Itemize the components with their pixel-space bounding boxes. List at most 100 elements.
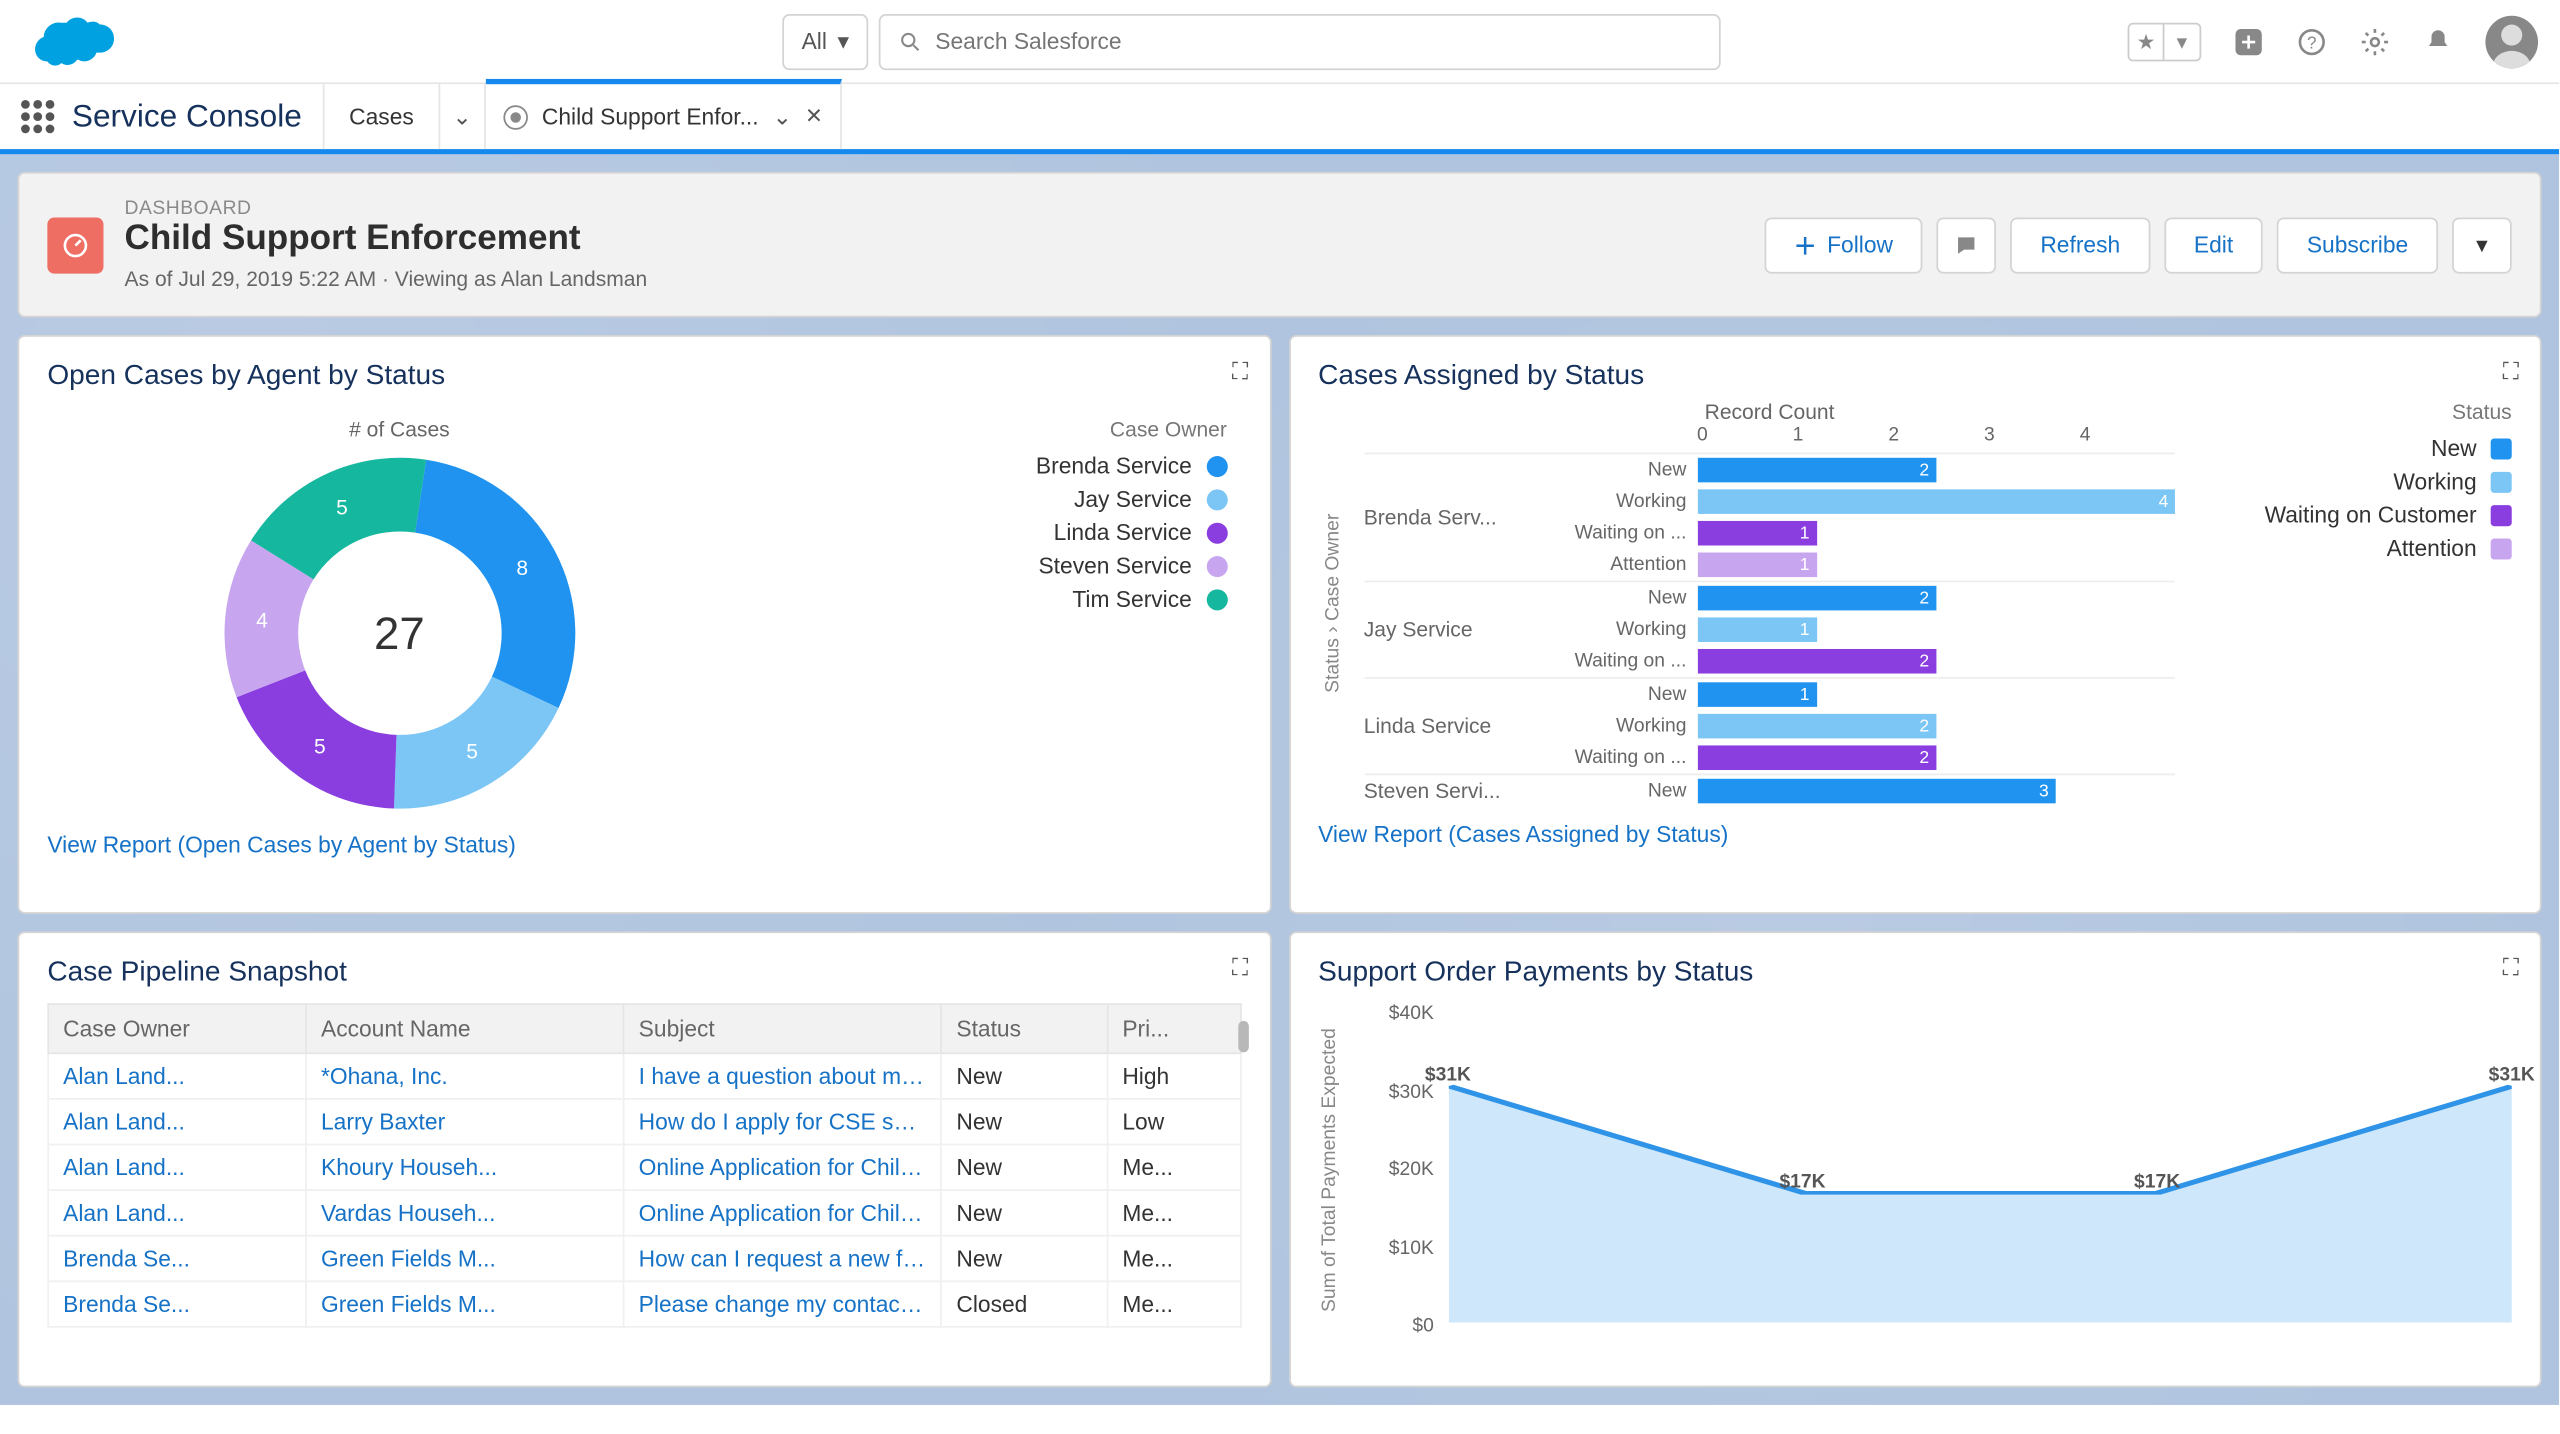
status-label: Waiting on ... xyxy=(1522,651,1697,672)
table-row[interactable]: Alan Land...Khoury Househ...Online Appli… xyxy=(48,1144,1240,1190)
feed-button[interactable] xyxy=(1937,217,1997,273)
table-row[interactable]: Alan Land...Vardas Househ...Online Appli… xyxy=(48,1190,1240,1236)
cell[interactable]: Green Fields M... xyxy=(306,1281,624,1327)
area-chart[interactable]: $40K$30K$20K$10K$0 $31K$17K$17K$31K xyxy=(1350,1003,2512,1336)
expand-icon[interactable]: ⛶ xyxy=(2503,954,2519,982)
column-header[interactable]: Pri... xyxy=(1107,1004,1240,1053)
table-row[interactable]: Brenda Se...Green Fields M...Please chan… xyxy=(48,1281,1240,1327)
add-icon[interactable] xyxy=(2233,25,2265,57)
bar: 2 xyxy=(1697,586,1936,611)
legend-item[interactable]: Jay Service xyxy=(772,486,1226,512)
expand-icon[interactable]: ⛶ xyxy=(2503,358,2519,386)
cell[interactable]: Alan Land... xyxy=(48,1190,306,1236)
cell[interactable]: Alan Land... xyxy=(48,1053,306,1099)
search-scope-dropdown[interactable]: All ▾ xyxy=(782,13,868,69)
cell[interactable]: Alan Land... xyxy=(48,1099,306,1145)
legend-item[interactable]: Attention xyxy=(2193,535,2512,561)
follow-button[interactable]: ＋Follow xyxy=(1764,217,1923,273)
table-row[interactable]: Alan Land...Larry BaxterHow do I apply f… xyxy=(48,1099,1240,1145)
hbar-ylabel: Status › Case Owner xyxy=(1318,400,1346,807)
help-icon[interactable]: ? xyxy=(2296,25,2328,57)
hbar-row[interactable]: Attention1 xyxy=(1522,549,2176,581)
expand-icon[interactable]: ⛶ xyxy=(1232,954,1248,982)
swatch-icon xyxy=(2491,471,2512,492)
hbar-row[interactable]: Working2 xyxy=(1522,710,2176,742)
column-header[interactable]: Subject xyxy=(624,1004,942,1053)
follow-label: Follow xyxy=(1827,232,1893,258)
card-title: Cases Assigned by Status xyxy=(1318,361,2512,393)
chevron-down-icon[interactable]: ⌄ xyxy=(438,84,484,149)
hbar-row[interactable]: Working1 xyxy=(1522,614,2176,646)
status-label: Waiting on ... xyxy=(1522,747,1697,768)
expand-icon[interactable]: ⛶ xyxy=(1232,358,1248,386)
edit-button[interactable]: Edit xyxy=(2164,217,2263,273)
app-launcher[interactable]: Service Console xyxy=(0,84,323,149)
subscribe-button[interactable]: Subscribe xyxy=(2277,217,2438,273)
cell[interactable]: How do I apply for CSE services? xyxy=(624,1099,942,1145)
view-report-link[interactable]: View Report (Cases Assigned by Status) xyxy=(1318,821,1728,847)
hbar-row[interactable]: Waiting on ...2 xyxy=(1522,645,2176,677)
gear-icon[interactable] xyxy=(2359,25,2391,57)
dashboard-header: DASHBOARD Child Support Enforcement As o… xyxy=(18,172,2542,318)
nav-object-cases[interactable]: Cases ⌄ xyxy=(323,84,486,149)
user-avatar[interactable] xyxy=(2485,15,2538,68)
donut-chart[interactable]: 85545 27 xyxy=(215,449,583,817)
legend-item[interactable]: Brenda Service xyxy=(772,453,1226,479)
chevron-down-icon[interactable]: ⌄ xyxy=(773,103,792,131)
hbar-row[interactable]: Waiting on ...2 xyxy=(1522,742,2176,774)
hbar-row[interactable]: New2 xyxy=(1522,582,2176,614)
cell[interactable]: Online Application for Child Support Ser… xyxy=(624,1190,942,1236)
scrollbar[interactable] xyxy=(1237,1021,1248,1053)
status-label: Working xyxy=(1522,716,1697,737)
cell[interactable]: Khoury Househ... xyxy=(306,1144,624,1190)
cell[interactable]: Green Fields M... xyxy=(306,1236,624,1282)
bar: 2 xyxy=(1697,649,1936,674)
search-box[interactable] xyxy=(879,13,1721,69)
bell-icon[interactable] xyxy=(2422,25,2454,57)
hbar-row[interactable]: Working4 xyxy=(1522,486,2176,518)
column-header[interactable]: Status xyxy=(941,1004,1107,1053)
cell[interactable]: Alan Land... xyxy=(48,1144,306,1190)
cell[interactable]: *Ohana, Inc. xyxy=(306,1053,624,1099)
cell[interactable]: Please change my contact information. xyxy=(624,1281,942,1327)
legend-label: Attention xyxy=(2387,535,2477,561)
more-actions-button[interactable]: ▾ xyxy=(2452,217,2512,273)
hbar-row[interactable]: Waiting on ...1 xyxy=(1522,517,2176,549)
column-header[interactable]: Account Name xyxy=(306,1004,624,1053)
close-icon[interactable]: × xyxy=(806,101,822,133)
legend-item[interactable]: Working xyxy=(2193,468,2512,494)
hbar-row[interactable]: New3 xyxy=(1522,775,2176,807)
legend-item[interactable]: Steven Service xyxy=(772,553,1226,579)
hbar-chart[interactable]: Record Count 01234 Brenda Serv...New2Wor… xyxy=(1364,400,2176,807)
hbar-row[interactable]: New1 xyxy=(1522,679,2176,711)
svg-text:?: ? xyxy=(2307,33,2317,52)
view-report-link[interactable]: View Report (Open Cases by Agent by Stat… xyxy=(47,831,516,857)
legend-item[interactable]: Tim Service xyxy=(772,586,1226,612)
app-name: Service Console xyxy=(72,98,302,135)
refresh-button[interactable]: Refresh xyxy=(2011,217,2150,273)
tab-child-support-enforcement[interactable]: Child Support Enfor... ⌄ × xyxy=(486,79,842,149)
legend-item[interactable]: New xyxy=(2193,435,2512,461)
dashboard-kicker: DASHBOARD xyxy=(125,198,648,219)
bar: 1 xyxy=(1697,553,1817,578)
cell[interactable]: Brenda Se... xyxy=(48,1281,306,1327)
cell[interactable]: Vardas Househ... xyxy=(306,1190,624,1236)
hbar-row[interactable]: New2 xyxy=(1522,454,2176,486)
cell[interactable]: Online Application for Child Support Ser… xyxy=(624,1144,942,1190)
nav-object-label: Cases xyxy=(325,103,439,129)
table-row[interactable]: Alan Land...*Ohana, Inc.I have a questio… xyxy=(48,1053,1240,1099)
legend-item[interactable]: Waiting on Customer xyxy=(2193,502,2512,528)
salesforce-logo xyxy=(32,11,116,71)
legend-item[interactable]: Linda Service xyxy=(772,519,1226,545)
cell[interactable]: I have a question about my court date xyxy=(624,1053,942,1099)
cell[interactable]: How can I request a new feature? xyxy=(624,1236,942,1282)
column-header[interactable]: Case Owner xyxy=(48,1004,306,1053)
cell[interactable]: Larry Baxter xyxy=(306,1099,624,1145)
dashboard-asof: As of Jul 29, 2019 5:22 AM · Viewing as … xyxy=(125,267,648,292)
search-input[interactable] xyxy=(935,28,1701,54)
point-label: $31K xyxy=(1425,1065,1471,1086)
cell[interactable]: Brenda Se... xyxy=(48,1236,306,1282)
favorites-control[interactable]: ★▾ xyxy=(2128,22,2202,61)
table-row[interactable]: Brenda Se...Green Fields M...How can I r… xyxy=(48,1236,1240,1282)
star-icon: ★ xyxy=(2129,24,2164,59)
